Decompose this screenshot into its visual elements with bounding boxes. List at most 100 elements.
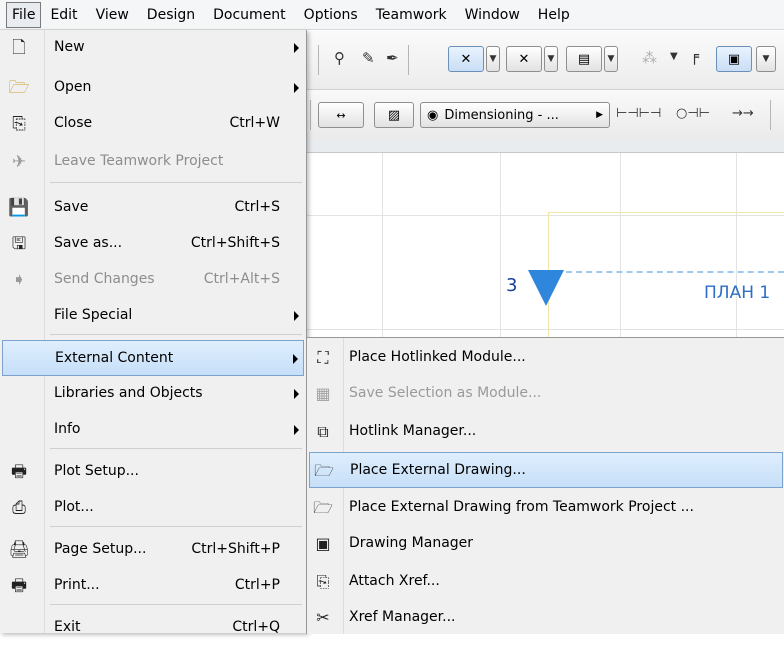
save-as-icon: 🖫 [11,234,27,254]
submenu-item-attach-xref[interactable]: ⎘ Attach Xref... [309,564,783,600]
submenu-item-place-drawing-teamwork[interactable]: 🗁 Place External Drawing from Teamwork P… [309,490,783,526]
menu-teamwork[interactable]: Teamwork [367,0,456,30]
toolbar-separator [770,100,771,130]
submenu-item-save-selection-module[interactable]: ▦ Save Selection as Module... [309,376,783,412]
attach-xref-icon: ⎘ [316,572,330,591]
drawing-manager-icon: ▣ [315,534,331,553]
menu-item-file-special[interactable]: File Special [2,298,304,334]
dimension-style-button[interactable]: ↔ [318,102,364,128]
menu-item-new[interactable]: 🗋 New [2,30,304,66]
menu-item-send-changes[interactable]: ➧ Send Changes Ctrl+Alt+S [2,262,304,298]
toolbar-separator [318,45,319,75]
menu-item-label: Info [54,421,81,437]
fill-pattern-button[interactable]: ▨ [374,102,414,128]
teamwork-leave-icon: ✈ [11,152,27,172]
menu-item-label: Page Setup... [54,541,147,557]
magnify-icon[interactable]: ⚲ [334,49,345,67]
open-folder-icon: 🗁 [8,78,30,98]
menu-item-plot[interactable]: ⎙ Plot... [2,490,304,526]
xref-manager-icon: ✂ [316,608,330,627]
section-marker-icon[interactable] [528,270,564,306]
submenu-item-label: Drawing Manager [349,535,474,551]
menu-file[interactable]: File [6,1,42,28]
file-menu: 🗋 New 🗁 Open ⎘ Close Ctrl+W ✈ Leave Team… [0,30,307,635]
selection-guide [548,212,784,213]
stack-button[interactable]: ▣ [716,46,752,72]
plotter-icon: ⎙ [12,498,26,518]
section-number: 3 [506,275,518,296]
menu-item-libraries-objects[interactable]: Libraries and Objects [2,376,304,412]
trace-button[interactable]: ✕ [448,46,484,72]
menu-item-save[interactable]: 💾 Save Ctrl+S [2,190,304,226]
save-module-icon: ▦ [315,384,331,403]
submenu-item-label: Hotlink Manager... [349,423,477,439]
menu-item-label: Save as... [54,235,123,251]
menu-options[interactable]: Options [295,0,367,30]
submenu-item-place-external-drawing[interactable]: 🗁 Place External Drawing... [309,452,783,488]
plot-setup-icon: 🖶 [10,462,28,482]
menu-separator [50,526,302,527]
menu-document[interactable]: Document [204,0,295,30]
external-drawing-icon: 🗁 [314,461,334,480]
layer-dropdown[interactable]: ▼ [604,46,618,72]
trace-dropdown[interactable]: ▼ [486,46,500,72]
snap-icon[interactable]: ⁂ [642,49,657,67]
menu-item-label: Save [54,199,89,215]
send-changes-icon: ➧ [11,270,27,290]
menu-help[interactable]: Help [529,0,579,30]
submenu-item-hotlink-manager[interactable]: ⧉ Hotlink Manager... [309,414,783,450]
inject-icon[interactable]: ✒ [386,49,399,67]
menu-item-save-as[interactable]: 🖫 Save as... Ctrl+Shift+S [2,226,304,262]
menu-item-label: Close [54,115,93,131]
plan-label: ПЛАН 1 [704,283,771,303]
menu-item-page-setup[interactable]: 🖨 Page Setup... Ctrl+Shift+P [2,532,304,568]
teamwork-drawing-icon: 🗁 [313,498,333,517]
hotlink-manager-icon: ⧉ [317,422,329,441]
arrow-dimension-icon[interactable]: →→ [732,106,754,121]
dimensioning-button[interactable]: ◉ Dimensioning - ... ▶ [420,102,610,128]
submenu-item-label: Place Hotlinked Module... [349,349,526,365]
hotlinked-module-icon: ⛶ [317,348,329,367]
submenu-item-xref-manager[interactable]: ✂ Xref Manager... [309,600,783,636]
menu-separator [50,604,302,605]
radial-dimension-icon[interactable]: ○⊣⊢ [676,106,710,121]
menu-item-close[interactable]: ⎘ Close Ctrl+W [2,106,304,142]
menu-window[interactable]: Window [456,0,529,30]
menu-view[interactable]: View [87,0,138,30]
guide-dropdown[interactable]: ▼ [544,46,558,72]
submenu-item-label: Xref Manager... [349,609,456,625]
submenu-item-label: Save Selection as Module... [349,385,542,401]
close-document-icon: ⎘ [12,114,26,134]
menu-item-external-content[interactable]: External Content [2,340,304,376]
save-disk-icon: 💾 [8,198,30,218]
guide-button[interactable]: ✕ [506,46,542,72]
eyedropper-icon[interactable]: ✎ [362,49,375,67]
menu-item-label: Libraries and Objects [54,385,203,401]
menu-item-open[interactable]: 🗁 Open [2,70,304,106]
submenu-arrow-icon [294,311,299,321]
submenu-item-place-hotlinked-module[interactable]: ⛶ Place Hotlinked Module... [309,340,783,376]
layer-button[interactable]: ▤ [566,46,602,72]
menu-item-leave-teamwork[interactable]: ✈ Leave Teamwork Project [2,144,304,180]
menu-item-shortcut: Ctrl+Shift+S [190,235,280,251]
menu-item-print[interactable]: 🖶 Print... Ctrl+P [2,568,304,604]
menu-item-shortcut: Ctrl+P [234,577,280,593]
submenu-arrow-icon [294,389,299,399]
menu-item-label: Plot... [54,499,94,515]
toolbar-separator [408,45,409,75]
menu-edit[interactable]: Edit [41,0,86,30]
submenu-arrow-icon [294,43,299,53]
grid-icon[interactable]: ╒ [690,47,699,65]
submenu-item-label: Place External Drawing from Teamwork Pro… [349,499,694,515]
submenu-item-label: Attach Xref... [349,573,440,589]
linear-dimension-icon[interactable]: ⊢⊣⊢⊣ [616,106,661,121]
menu-item-exit[interactable]: Exit Ctrl+Q [2,610,304,646]
stack-dropdown[interactable]: ▼ [756,46,776,72]
snap-dropdown-icon[interactable]: ▼ [670,51,678,62]
menu-item-info[interactable]: Info [2,412,304,448]
menu-design[interactable]: Design [138,0,204,30]
menu-item-plot-setup[interactable]: 🖶 Plot Setup... [2,454,304,490]
menu-item-label: External Content [55,350,174,366]
toolbar-separator [310,100,311,130]
submenu-item-drawing-manager[interactable]: ▣ Drawing Manager [309,526,783,562]
